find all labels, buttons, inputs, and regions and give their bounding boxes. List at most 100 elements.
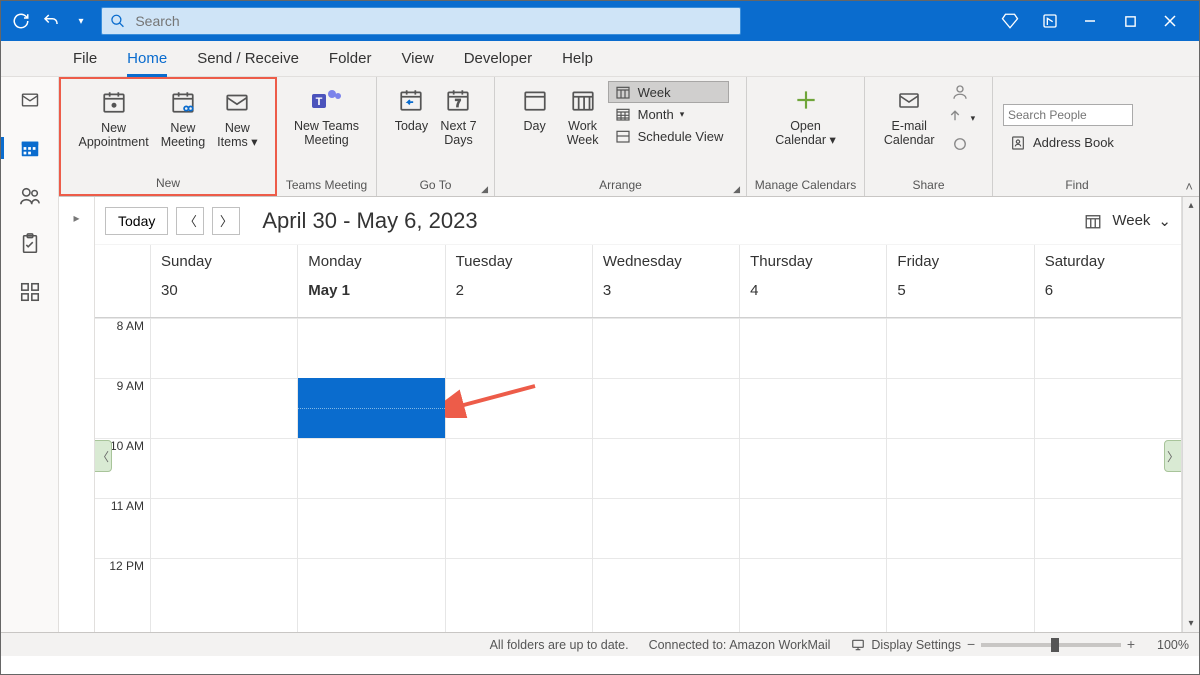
tasks-icon[interactable] [15, 231, 45, 257]
open-calendar-button[interactable]: Open Calendar ▾ [769, 79, 842, 148]
work-week-icon [566, 85, 600, 115]
plus-icon [789, 85, 823, 115]
svg-text:7: 7 [456, 99, 461, 110]
ribbon-group-goto: Today 7 Next 7 Days Go To◢ [377, 77, 495, 196]
tab-send-receive[interactable]: Send / Receive [197, 41, 299, 76]
zoom-slider[interactable] [981, 643, 1121, 647]
permissions-button[interactable] [946, 131, 974, 157]
dialog-launcher-icon[interactable]: ◢ [733, 184, 740, 195]
day-header-monday[interactable]: MondayMay 1 [297, 245, 444, 317]
day-header-tuesday[interactable]: Tuesday2 [445, 245, 592, 317]
undo-icon[interactable] [39, 9, 63, 33]
mail-icon[interactable] [15, 87, 45, 113]
schedule-icon [614, 128, 632, 144]
day-column-sunday[interactable] [150, 318, 297, 632]
day-view-button[interactable]: Day [512, 79, 558, 133]
people-icon[interactable] [15, 183, 45, 209]
sync-icon[interactable] [9, 9, 33, 33]
new-meeting-button[interactable]: New Meeting [155, 81, 211, 150]
day-column-monday[interactable] [297, 318, 444, 632]
chevron-down-icon: ⌄ [1158, 212, 1171, 230]
day-column-tuesday[interactable] [445, 318, 592, 632]
publish-button[interactable]: ▾ [941, 105, 980, 131]
month-icon [614, 106, 632, 122]
next-appointment-indicator[interactable]: 〉 [1164, 440, 1181, 472]
scroll-up-icon[interactable]: ▴ [1183, 197, 1199, 214]
appointment-icon [97, 87, 131, 117]
search-people-input[interactable] [1003, 104, 1133, 126]
share-calendar-button[interactable] [946, 79, 974, 105]
tab-file[interactable]: File [73, 41, 97, 76]
monitor-icon [850, 638, 866, 652]
prev-appointment-indicator[interactable]: 〈 [95, 440, 112, 472]
calendar-grid[interactable]: 8 AM 9 AM 10 AM 11 AM 12 PM [95, 318, 1181, 632]
next-7-days-button[interactable]: 7 Next 7 Days [434, 79, 482, 148]
schedule-view-button[interactable]: Schedule View [608, 125, 730, 147]
calendar-small-icon [1082, 212, 1104, 230]
day-header-saturday[interactable]: Saturday6 [1034, 245, 1181, 317]
more-apps-icon[interactable] [15, 279, 45, 305]
day-column-wednesday[interactable] [592, 318, 739, 632]
day-header-row: Sunday30 MondayMay 1 Tuesday2 Wednesday3… [95, 245, 1181, 318]
connection-status: Connected to: Amazon WorkMail [649, 638, 831, 652]
next-week-button[interactable]: 〉 [212, 207, 240, 235]
day-column-thursday[interactable] [739, 318, 886, 632]
scroll-down-icon[interactable]: ▾ [1183, 615, 1199, 632]
week-view-button[interactable]: Week [608, 81, 730, 103]
teams-icon: T [309, 85, 343, 115]
hour-label: 12 PM [95, 558, 150, 618]
day-header-thursday[interactable]: Thursday4 [739, 245, 886, 317]
ribbon-tabs: File Home Send / Receive Folder View Dev… [1, 41, 1199, 77]
sync-status: All folders are up to date. [490, 638, 629, 652]
search-box[interactable] [101, 7, 741, 35]
ribbon-group-teams: T New Teams Meeting Teams Meeting [277, 77, 377, 196]
ribbon-group-arrange: Day Work Week Week Month ▾ Schedule View… [495, 77, 747, 196]
hour-label: 9 AM [95, 378, 150, 438]
collapse-ribbon-icon[interactable]: ˄ [1185, 179, 1193, 194]
close-button[interactable] [1161, 12, 1179, 30]
today-button[interactable]: Today [105, 207, 168, 235]
selected-timeslot[interactable] [298, 378, 444, 438]
work-week-button[interactable]: Work Week [560, 79, 606, 148]
tab-developer[interactable]: Developer [464, 41, 532, 76]
day-view-icon [518, 85, 552, 115]
day-column-friday[interactable] [886, 318, 1033, 632]
new-items-button[interactable]: New Items ▾ [211, 81, 263, 150]
coming-soon-icon[interactable] [1041, 12, 1059, 30]
premium-icon[interactable] [1001, 12, 1019, 30]
day-header-wednesday[interactable]: Wednesday3 [592, 245, 739, 317]
calendar-area: ▸ Today 〈 〉 April 30 - May 6, 2023 Week … [59, 197, 1199, 632]
display-settings-button[interactable]: Display Settings [850, 638, 961, 652]
teams-meeting-button[interactable]: T New Teams Meeting [288, 79, 365, 148]
day-column-saturday[interactable] [1034, 318, 1181, 632]
email-calendar-button[interactable]: E-mail Calendar [878, 79, 941, 148]
day-header-friday[interactable]: Friday5 [886, 245, 1033, 317]
new-appointment-button[interactable]: New Appointment [73, 81, 155, 150]
chevron-down-icon: ▾ [829, 133, 835, 147]
ribbon-group-label: New [65, 176, 271, 194]
tab-home[interactable]: Home [127, 41, 167, 76]
ribbon-group-new: New Appointment New Meeting New Items ▾ … [59, 77, 277, 196]
calendar-icon[interactable] [15, 135, 45, 161]
tab-view[interactable]: View [401, 41, 433, 76]
maximize-button[interactable] [1121, 12, 1139, 30]
qat-customize-icon[interactable]: ▾ [69, 9, 93, 33]
month-view-button[interactable]: Month ▾ [608, 103, 730, 125]
tab-folder[interactable]: Folder [329, 41, 372, 76]
view-picker[interactable]: Week ⌄ [1082, 212, 1171, 230]
minimize-button[interactable] [1081, 12, 1099, 30]
search-wrapper [101, 7, 741, 35]
ribbon-group-label: Teams Meeting [281, 178, 372, 196]
today-button-ribbon[interactable]: Today [388, 79, 434, 133]
prev-week-button[interactable]: 〈 [176, 207, 204, 235]
address-book-button[interactable]: Address Book [1003, 132, 1120, 154]
dialog-launcher-icon[interactable]: ◢ [481, 184, 488, 195]
tab-help[interactable]: Help [562, 41, 593, 76]
ribbon-group-manage: Open Calendar ▾ Manage Calendars [747, 77, 865, 196]
date-range-title: April 30 - May 6, 2023 [262, 208, 477, 234]
day-header-sunday[interactable]: Sunday30 [150, 245, 297, 317]
vertical-scrollbar[interactable]: ▴ ▾ [1182, 197, 1199, 632]
search-input[interactable] [135, 13, 732, 29]
search-icon [110, 13, 125, 29]
folder-pane-toggle[interactable]: ▸ [59, 197, 95, 632]
